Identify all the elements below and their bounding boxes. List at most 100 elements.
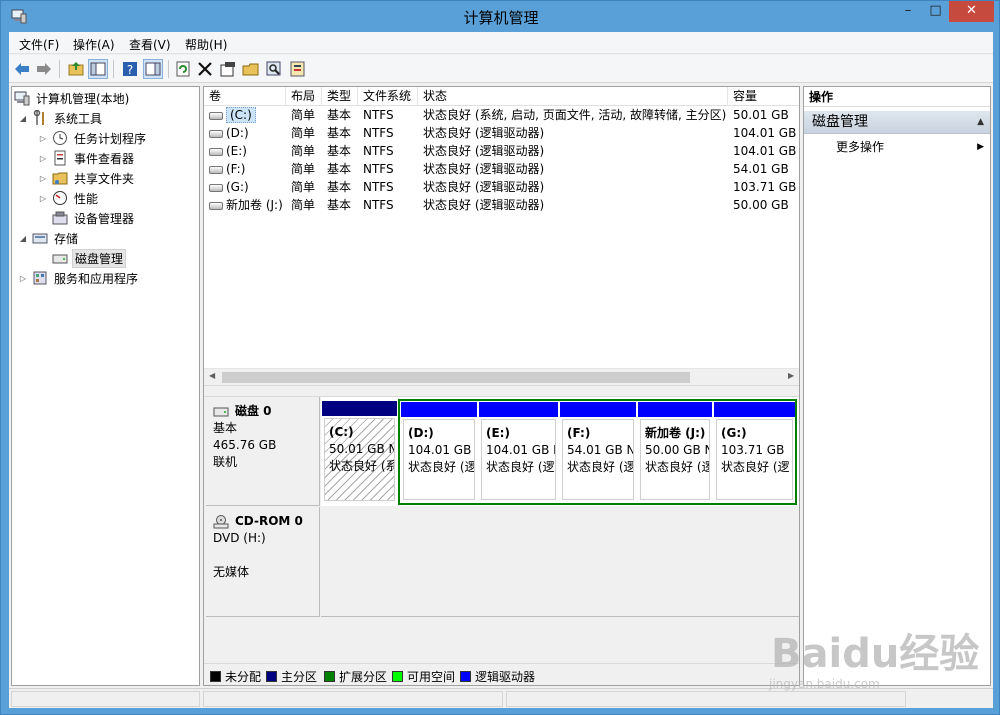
table-cell: (F:) [204, 160, 286, 178]
volume-drive-icon [209, 147, 223, 156]
actions-header: 操作 [804, 87, 990, 107]
volume-name: (F:) [226, 162, 246, 176]
table-row[interactable]: (E:) 简单 基本 NTFS 状态良好 (逻辑驱动器) 104.01 GB [204, 142, 799, 160]
tree-label: 系统工具 [54, 111, 103, 126]
minimize-button[interactable]: – [894, 1, 922, 22]
table-cell: 状态良好 (逻辑驱动器) [423, 126, 545, 140]
refresh-icon[interactable] [173, 59, 193, 79]
collapse-arrow-icon[interactable]: ◢ [18, 234, 28, 243]
expand-arrow-icon[interactable]: ▷ [38, 174, 48, 183]
close-button[interactable]: ✕ [949, 1, 994, 22]
tree-label: 服务和应用程序 [54, 271, 139, 286]
table-row[interactable]: (G:) 简单 基本 NTFS 状态良好 (逻辑驱动器) 103.71 GB [204, 178, 799, 196]
tree-item-storage[interactable]: ◢ 存储 [18, 229, 80, 247]
col-header-capacity[interactable]: 容量 [728, 87, 799, 106]
scroll-right-icon[interactable]: ▶ [788, 371, 794, 380]
partition-j[interactable]: 新加卷 (J:) 50.00 GB N 状态良好 (逻 [638, 402, 712, 502]
disk-management-icon [52, 250, 68, 266]
expand-arrow-icon[interactable]: ▷ [18, 274, 28, 283]
clock-icon [52, 130, 68, 146]
volume-name: (E:) [226, 144, 247, 158]
delete-icon[interactable] [195, 59, 215, 79]
tree-item-performance[interactable]: ▷ 性能 [38, 189, 100, 207]
tree-item-services-apps[interactable]: ▷ 服务和应用程序 [18, 269, 140, 287]
properties-view-icon[interactable] [143, 59, 163, 79]
partition-e[interactable]: (E:) 104.01 GB I 状态良好 (逻 [479, 402, 558, 502]
actions-section-disk-management[interactable]: 磁盘管理 ▲ [804, 111, 990, 134]
show-tree-icon[interactable] [88, 59, 108, 79]
table-row[interactable]: (D:) 简单 基本 NTFS 状态良好 (逻辑驱动器) 104.01 GB [204, 124, 799, 142]
col-header-layout[interactable]: 布局 [286, 87, 322, 106]
scroll-left-icon[interactable]: ◀ [209, 371, 215, 380]
table-cell: 基本 [327, 108, 352, 122]
actions-section-label: 磁盘管理 [812, 114, 868, 130]
partition-f[interactable]: (F:) 54.01 GB N 状态良好 (逻 [560, 402, 636, 502]
col-header-filesystem[interactable]: 文件系统 [358, 87, 418, 106]
col-header-status[interactable]: 状态 [418, 87, 728, 106]
collapse-up-icon[interactable]: ▲ [977, 111, 984, 134]
col-header-type[interactable]: 类型 [322, 87, 358, 106]
maximize-button[interactable]: □ [922, 1, 949, 22]
search-icon[interactable] [264, 59, 284, 79]
tree-item-event-viewer[interactable]: ▷ 事件查看器 [38, 149, 136, 167]
logical-drive-bar [479, 402, 558, 417]
open-icon[interactable] [241, 59, 261, 79]
collapse-arrow-icon[interactable]: ◢ [18, 114, 28, 123]
cdrom-label[interactable]: CD-ROM 0 DVD (H:) 无媒体 [206, 507, 320, 617]
tree-item-task-scheduler[interactable]: ▷ 任务计划程序 [38, 129, 148, 147]
tree-item-shared-folders[interactable]: ▷ 共享文件夹 [38, 169, 136, 187]
more-actions-item[interactable]: 更多操作 ▶ [804, 138, 990, 156]
col-header-volume[interactable]: 卷 [204, 87, 286, 106]
toolbar-separator [59, 60, 60, 78]
table-cell: 50.01 GB [733, 108, 789, 122]
partition-name: (G:) [721, 426, 747, 440]
cdrom-drive: DVD (H:) [213, 531, 266, 545]
partition-name: 新加卷 (J:) [645, 426, 706, 440]
legend-label: 逻辑驱动器 [475, 670, 536, 684]
menu-file[interactable]: 文件(F) [19, 36, 59, 53]
partition-d[interactable]: (D:) 104.01 GB 状态良好 (逻 [401, 402, 477, 502]
logical-drive-bar [714, 402, 795, 417]
expand-arrow-icon[interactable]: ▷ [38, 134, 48, 143]
pane-splitter[interactable] [204, 385, 799, 397]
table-row[interactable]: (C:) 简单 基本 NTFS 状态良好 (系统, 启动, 页面文件, 活动, 故障转储… [204, 106, 799, 124]
table-cell: 简单 [291, 180, 316, 194]
table-row[interactable]: (F:) 简单 基本 NTFS 状态良好 (逻辑驱动器) 54.01 GB [204, 160, 799, 178]
tree-item-system-tools[interactable]: ◢ 系统工具 [18, 109, 104, 127]
table-cell: 状态良好 (系统, 启动, 页面文件, 活动, 故障转储, 主分区) [423, 108, 727, 122]
legend-item-unallocated: 未分配 [210, 668, 261, 685]
menu-action[interactable]: 操作(A) [73, 36, 115, 53]
partition-c[interactable]: (C:) 50.01 GB N 状态良好 (系 [322, 401, 397, 503]
window-title: 计算机管理 [463, 9, 539, 27]
back-arrow-icon[interactable] [12, 59, 32, 79]
tree-root[interactable]: 计算机管理(本地) [14, 89, 131, 107]
performance-icon [52, 190, 68, 206]
tree-label: 性能 [74, 191, 99, 206]
scrollbar-thumb[interactable] [222, 372, 690, 383]
legend-label: 扩展分区 [339, 670, 388, 684]
up-folder-icon[interactable] [66, 59, 86, 79]
tools-icon [32, 109, 48, 126]
properties-icon[interactable] [218, 59, 238, 79]
expand-arrow-icon[interactable]: ▷ [38, 194, 48, 203]
menu-view[interactable]: 查看(V) [129, 36, 171, 53]
title-bar[interactable]: 计算机管理 – □ ✕ [1, 1, 1000, 32]
tree-item-device-manager[interactable]: 设备管理器 [52, 209, 136, 227]
tree-item-disk-management[interactable]: 磁盘管理 [52, 248, 127, 268]
disk0-state: 联机 [213, 455, 238, 469]
expand-arrow-icon[interactable]: ▷ [38, 154, 48, 163]
app-window: 计算机管理 – □ ✕ 文件(F) 操作(A) 查看(V) 帮助(H) ? 计算… [0, 0, 1000, 715]
help-icon[interactable]: ? [120, 59, 140, 79]
legend-swatch [324, 671, 335, 682]
menu-help[interactable]: 帮助(H) [185, 36, 227, 53]
horizontal-scrollbar[interactable]: ◀ ▶ [204, 368, 799, 385]
forward-arrow-icon[interactable] [34, 59, 54, 79]
wizard-icon[interactable] [288, 59, 308, 79]
table-row[interactable]: 新加卷 (J:) 简单 基本 NTFS 状态良好 (逻辑驱动器) 50.00 GB [204, 196, 799, 214]
tree-label: 存储 [54, 231, 79, 246]
disk0-label[interactable]: 磁盘 0 基本 465.76 GB 联机 [206, 397, 320, 506]
legend: 未分配 主分区 扩展分区 可用空间 逻辑驱动器 [204, 663, 799, 685]
partition-g[interactable]: (G:) 103.71 GB 状态良好 (逻 [714, 402, 795, 502]
table-cell: 104.01 GB [733, 144, 797, 158]
volume-name: 新加卷 (J:) [226, 198, 283, 212]
